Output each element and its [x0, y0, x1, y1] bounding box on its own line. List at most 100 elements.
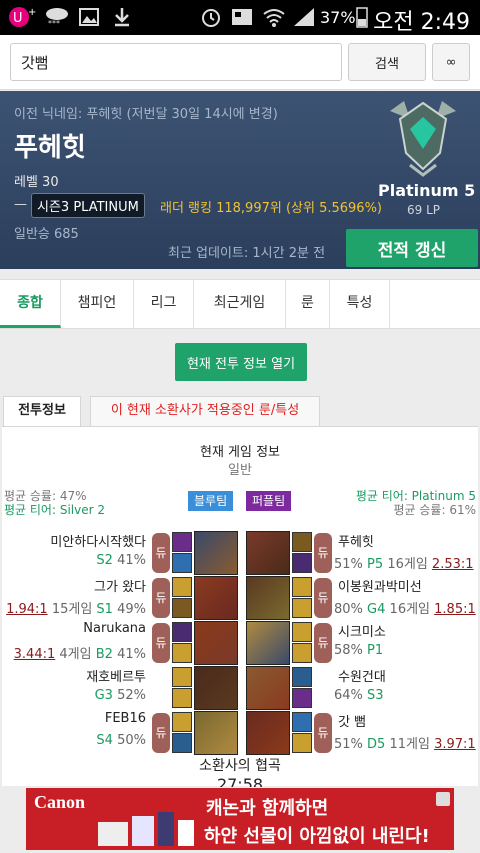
player-name[interactable]: 수원건대 — [338, 666, 386, 685]
player-tier: S3 — [367, 688, 384, 703]
tab-recent-games[interactable]: 최근게임 — [194, 280, 286, 328]
purple-avg-winrate: 평균 승률: 61% — [393, 503, 476, 517]
duo-badge: 듀 — [314, 713, 332, 753]
player-tier: S1 — [96, 602, 113, 617]
blue-avg-tier: 평균 티어: Silver 2 — [4, 503, 105, 517]
summoner-spell-icon — [172, 712, 192, 732]
kda-ratio: 1.94:1 — [6, 602, 48, 617]
tab-masteries[interactable]: 특성 — [330, 280, 390, 328]
search-input[interactable] — [10, 43, 342, 81]
ad-headline: 캐논과 함께하면 — [206, 798, 329, 819]
player-stats: 3.44:1 4게임 B2 41% — [14, 643, 146, 662]
map-name: 소환사의 협곡 — [199, 758, 281, 774]
player-name[interactable]: 푸헤힛 — [338, 531, 374, 550]
clock: 오전 2:49 — [373, 10, 470, 35]
previous-name: 이전 닉네임: 푸헤힛 (저번달 30일 14시에 변경) — [14, 107, 278, 122]
summoner-spell-icon — [172, 622, 192, 642]
gallery-icon — [79, 8, 99, 26]
player-tier: S4 — [96, 733, 113, 748]
player-stats: 1.94:1 15게임 S1 49% — [6, 598, 146, 617]
games-count: 15게임 — [51, 602, 93, 617]
open-live-game-button[interactable]: 현재 전투 정보 열기 — [175, 343, 307, 381]
summoner-spell-icon — [172, 598, 192, 618]
ad-info-icon[interactable] — [436, 792, 450, 806]
summoner-level: 레벨 30 — [14, 175, 59, 190]
ad-subline: 하얀 선물이 아낌없이 내린다! — [204, 826, 430, 847]
alarm-icon — [202, 9, 220, 27]
summoner-name: 푸헤힛 — [14, 133, 86, 163]
summoner-spell-icon — [292, 622, 312, 642]
tier-lp: 69 LP — [407, 203, 441, 217]
kda-ratio: 3.44:1 — [13, 647, 56, 662]
search-bar: 검색 ∞ — [0, 35, 480, 90]
summoner-spell-icon — [292, 598, 312, 618]
infinity-button[interactable]: ∞ — [432, 43, 470, 81]
player-stats: 58% P1 — [334, 643, 383, 658]
player-winrate: 52% — [117, 688, 146, 703]
blue-player-row[interactable]: FEB16 S4 50% 듀 — [2, 711, 242, 756]
blue-player-row[interactable]: 그가 왔다 1.94:1 15게임 S1 49% 듀 — [2, 576, 242, 621]
snow-weather-icon: *** — [46, 8, 68, 28]
purple-player-row[interactable]: 듀 이봉원과박미선 80% G4 16게임 1.85:1 — [242, 576, 478, 621]
ladder-rank: 래더 랭킹 118,997위 (상위 5.5696%) — [160, 201, 382, 216]
player-name[interactable]: 재호베르투 — [86, 666, 146, 685]
kda-ratio: 1.85:1 — [434, 602, 476, 617]
duo-badge: 듀 — [314, 578, 332, 618]
kda-ratio: 2.53:1 — [431, 557, 474, 572]
player-tier: D5 — [367, 737, 386, 752]
player-winrate: 51% — [334, 557, 363, 572]
games-count: 16게임 — [389, 602, 431, 617]
summoner-spell-icon — [292, 733, 312, 753]
purple-player-row[interactable]: 듀 갓 뻠 51% D5 11게임 3.97:1 — [242, 711, 478, 756]
summoner-spell-icon — [292, 553, 312, 573]
player-stats: S4 50% — [96, 733, 146, 748]
signal-icon — [294, 8, 314, 26]
dash: — — [14, 197, 27, 212]
battery-icon — [356, 7, 368, 28]
player-name[interactable]: 그가 왔다 — [94, 576, 146, 595]
blue-player-row[interactable]: 미안하다시작했다 S2 41% 듀 — [2, 531, 242, 576]
player-name[interactable]: 이봉원과박미선 — [338, 576, 422, 595]
player-winrate: 80% — [334, 602, 363, 617]
player-name[interactable]: Narukana — [83, 621, 146, 636]
champion-portrait-icon — [194, 711, 238, 755]
player-winrate: 64% — [334, 688, 363, 703]
normal-wins: 일반승 685 — [14, 227, 79, 242]
summoner-spell-icon — [172, 688, 192, 708]
tab-runes[interactable]: 룬 — [286, 280, 330, 328]
player-name[interactable]: FEB16 — [105, 711, 146, 726]
games-count: 4게임 — [59, 647, 92, 662]
blue-player-row[interactable]: 재호베르투 G3 52% — [2, 666, 242, 711]
player-tier: P1 — [367, 643, 384, 658]
player-tier: P5 — [367, 557, 384, 572]
purple-player-row[interactable]: 듀 시크미소 58% P1 — [242, 621, 478, 666]
svg-text:***: *** — [48, 19, 60, 28]
tab-champions[interactable]: 챔피언 — [61, 280, 134, 328]
tab-runes-masteries[interactable]: 이 현재 소환사가 적용중인 룬/특성 — [90, 396, 320, 426]
player-stats: 51% D5 11게임 3.97:1 — [334, 733, 476, 752]
games-count: 11게임 — [389, 737, 430, 752]
player-name[interactable]: 갓 뻠 — [338, 711, 366, 730]
tab-league[interactable]: 리그 — [134, 280, 194, 328]
download-icon — [115, 8, 129, 27]
duo-badge: 듀 — [152, 623, 170, 663]
player-name[interactable]: 시크미소 — [338, 621, 386, 640]
platinum-emblem-icon — [390, 101, 456, 177]
purple-player-row[interactable]: 듀 푸헤힛 51% P5 16게임 2.53:1 — [242, 531, 478, 576]
player-name[interactable]: 미안하다시작했다 — [50, 531, 146, 550]
blue-player-row[interactable]: Narukana 3.44:1 4게임 B2 41% 듀 — [2, 621, 242, 666]
player-winrate: 58% — [334, 643, 363, 658]
profile-header: 이전 닉네임: 푸헤힛 (저번달 30일 14시에 변경) 푸헤힛 레벨 30 … — [0, 91, 480, 269]
summoner-spell-icon — [172, 532, 192, 552]
gift-boxes-icon — [98, 812, 194, 846]
game-type: 일반 — [228, 463, 252, 478]
champion-portrait-icon — [246, 576, 290, 620]
tab-bar: 종합 챔피언 리그 최근게임 룬 특성 — [0, 279, 480, 329]
tab-battle-info[interactable]: 전투정보 — [3, 396, 81, 426]
tab-summary[interactable]: 종합 — [0, 280, 61, 328]
refresh-button[interactable]: 전적 갱신 — [346, 229, 478, 267]
screenshot-icon — [232, 9, 252, 25]
purple-player-row[interactable]: 수원건대 64% S3 — [242, 666, 478, 711]
ad-banner[interactable]: Canon 캐논과 함께하면 하얀 선물이 아낌없이 내린다! — [26, 788, 454, 850]
search-button[interactable]: 검색 — [348, 43, 426, 81]
